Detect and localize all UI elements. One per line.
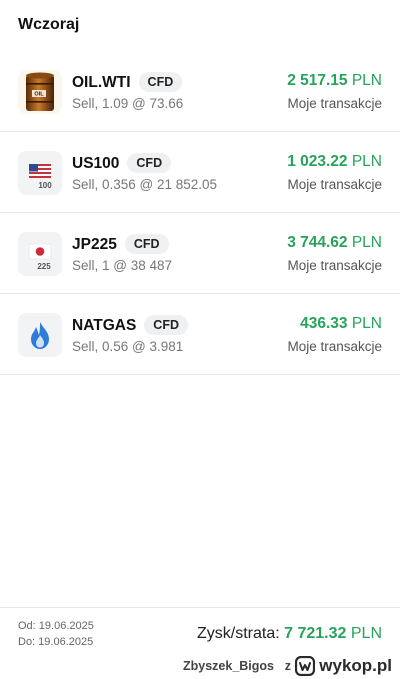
position-detail: Sell, 0.56 @ 3.981 (72, 339, 184, 354)
profit-currency: PLN (351, 153, 382, 170)
position-detail: Sell, 1.09 @ 73.66 (72, 96, 184, 111)
date-from: Od: 19.06.2025 (18, 620, 94, 632)
profit-currency: PLN (351, 234, 382, 251)
profit-value: 436.33 (300, 315, 348, 332)
summary-footer: Od: 19.06.2025 Do: 19.06.2025 Zysk/strat… (0, 607, 400, 648)
oil-barrel-icon: OIL (18, 70, 62, 114)
my-transactions-link[interactable]: Moje transakcje (287, 177, 382, 192)
watermark-connector: z (284, 659, 291, 673)
watermark: Zbyszek_Bigos z wykop.pl (2, 655, 392, 679)
position-profit: 3 744.62 PLN (287, 234, 382, 252)
position-detail: Sell, 1 @ 38 487 (72, 258, 173, 273)
position-symbol: US100 CFD (72, 153, 172, 173)
position-profit: 436.33 PLN (300, 315, 382, 333)
gas-flame-icon (18, 313, 62, 357)
symbol-text: JP225 (72, 236, 117, 253)
position-symbol: NATGAS CFD (72, 315, 188, 335)
symbol-text: OIL.WTI (72, 74, 131, 91)
profit-value: 1 023.22 (287, 153, 348, 170)
icon-label: 100 (38, 181, 52, 190)
icon-label: 225 (37, 262, 51, 271)
position-profit: 2 517.15 PLN (287, 72, 382, 90)
profit-currency: PLN (351, 72, 382, 89)
symbol-text: NATGAS (72, 317, 137, 334)
cfd-badge: CFD (127, 153, 172, 173)
cfd-badge: CFD (144, 315, 188, 335)
position-row-jp225[interactable]: 225 JP225 CFD Sell, 1 @ 38 487 3 744.62 P… (0, 213, 400, 294)
my-transactions-link[interactable]: Moje transakcje (287, 258, 382, 273)
svg-text:OIL: OIL (34, 92, 44, 98)
section-title: Wczoraj (18, 16, 80, 33)
total-profit: Zysk/strata: 7 721.32 PLN (197, 625, 382, 643)
cfd-badge: CFD (124, 234, 169, 254)
date-to: Do: 19.06.2025 (18, 636, 94, 648)
profit-value: 2 517.15 (287, 72, 348, 89)
position-detail: Sell, 0.356 @ 21 852.05 (72, 177, 218, 192)
watermark-site: wykop.pl (319, 656, 392, 675)
symbol-text: US100 (72, 155, 120, 172)
japan-flag-icon: 225 (18, 232, 62, 276)
position-symbol: JP225 CFD (72, 234, 169, 254)
my-transactions-link[interactable]: Moje transakcje (287, 339, 382, 354)
position-symbol: OIL.WTI CFD (72, 72, 183, 92)
positions-list: OIL OIL.WTI CFD Sell, 1.09 @ 73.66 2 517.… (0, 51, 400, 375)
my-transactions-link[interactable]: Moje transakcje (287, 96, 382, 111)
us-flag-icon: 100 (18, 151, 62, 195)
profit-currency: PLN (351, 315, 382, 332)
wykop-logo-icon (294, 655, 316, 679)
total-profit-currency: PLN (350, 625, 382, 642)
profit-value: 3 744.62 (287, 234, 348, 251)
profit-loss-label: Zysk/strata: (197, 625, 280, 642)
position-profit: 1 023.22 PLN (287, 153, 382, 171)
cfd-badge: CFD (138, 72, 183, 92)
watermark-user: Zbyszek_Bigos (182, 659, 274, 673)
position-row-us100[interactable]: 100 US100 CFD Sell, 0.356 @ 21 852.05 1 0… (0, 132, 400, 213)
position-row-oil-wti[interactable]: OIL OIL.WTI CFD Sell, 1.09 @ 73.66 2 517.… (0, 51, 400, 132)
position-row-natgas[interactable]: NATGAS CFD Sell, 0.56 @ 3.981 436.33 PLN … (0, 294, 400, 375)
total-profit-value: 7 721.32 (284, 625, 347, 642)
